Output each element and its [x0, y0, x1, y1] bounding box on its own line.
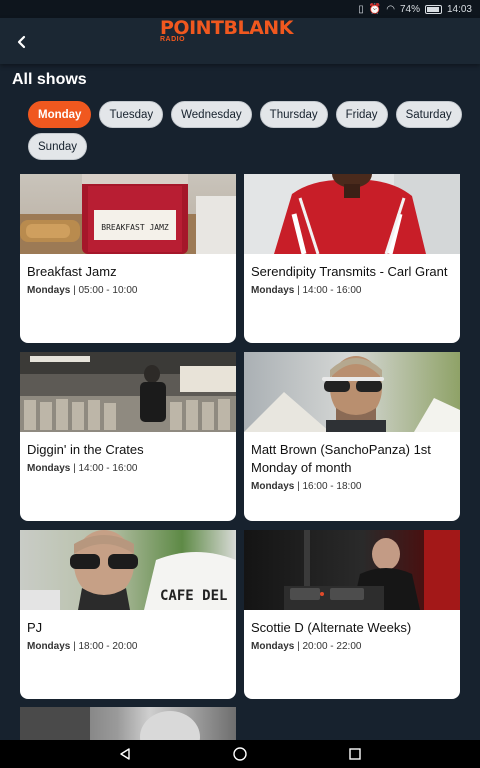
chip-friday[interactable]: Friday	[335, 101, 388, 128]
show-thumbnail	[20, 707, 200, 741]
back-button[interactable]	[10, 30, 34, 54]
nav-back-button[interactable]	[115, 744, 135, 764]
cafe-sign: CAFE DEL	[160, 588, 227, 604]
system-navigation-bar	[0, 740, 480, 768]
show-card[interactable]: CAFE DEL PJ Mondays | 18:00 - 20:00	[20, 530, 236, 699]
square-recents-icon	[349, 748, 361, 760]
vibrate-icon: ▯	[358, 3, 364, 15]
chip-tuesday[interactable]: Tuesday	[99, 101, 164, 128]
wifi-icon: ◠	[386, 3, 395, 15]
show-thumbnail: BREAKFAST JAMZ	[20, 174, 236, 254]
show-title: Diggin' in the Crates	[27, 442, 144, 457]
show-thumbnail	[20, 352, 236, 432]
chip-saturday[interactable]: Saturday	[395, 101, 462, 128]
matt-brown-image	[244, 356, 460, 432]
alarm-icon: ⏰	[368, 3, 382, 15]
show-hours: 14:00 - 16:00	[78, 463, 138, 474]
show-card-partial[interactable]	[20, 707, 236, 741]
breakfast-jamz-image: BREAKFAST JAMZ	[20, 174, 236, 254]
circle-home-icon	[233, 747, 247, 761]
triangle-back-icon	[120, 748, 130, 760]
show-thumbnail	[244, 530, 460, 610]
show-title: PJ	[27, 620, 43, 635]
pointblank-logo: POINTBLANK RADIO	[160, 18, 322, 44]
pj-image: CAFE DEL	[20, 530, 236, 610]
chip-thursday[interactable]: Thursday	[259, 101, 328, 128]
show-day: Mondays	[251, 641, 295, 652]
nav-recents-button[interactable]	[345, 744, 365, 764]
chevron-left-icon	[17, 35, 26, 49]
show-card[interactable]: Matt Brown (SanchoPanza) 1st Monday of m…	[244, 352, 460, 521]
show-day: Mondays	[27, 285, 71, 296]
show-time: Mondays | 05:00 - 10:00	[27, 285, 138, 296]
show-day: Mondays	[251, 481, 295, 492]
clock: 14:03	[446, 3, 472, 15]
record-crates-image	[20, 352, 236, 432]
status-bar: ▯ ⏰ ◠ 74% 14:03	[0, 0, 480, 18]
show-title: Breakfast Jamz	[27, 264, 117, 279]
show-thumbnail: CAFE DEL	[20, 530, 236, 610]
show-hours: 16:00 - 18:00	[302, 481, 362, 492]
show-card[interactable]: Diggin' in the Crates Mondays | 14:00 - …	[20, 352, 236, 521]
show-time: Mondays | 16:00 - 18:00	[251, 481, 362, 492]
battery-percent: 74%	[399, 3, 420, 15]
show-day: Mondays	[251, 285, 295, 296]
nav-home-button[interactable]	[230, 744, 250, 764]
show-card[interactable]: BREAKFAST JAMZ Breakfast Jamz Mondays | …	[20, 174, 236, 343]
chip-monday[interactable]: Monday	[28, 101, 92, 128]
show-time: Mondays | 14:00 - 16:00	[251, 285, 362, 296]
show-day: Mondays	[27, 463, 71, 474]
show-hours: 18:00 - 20:00	[78, 641, 138, 652]
show-hours: 14:00 - 16:00	[302, 285, 362, 296]
show-card[interactable]: Scottie D (Alternate Weeks) Mondays | 20…	[244, 530, 460, 699]
page-title: All shows	[12, 71, 87, 88]
shows-grid: BREAKFAST JAMZ Breakfast Jamz Mondays | …	[20, 174, 461, 699]
show-thumbnail	[244, 174, 460, 254]
show-time: Mondays | 14:00 - 16:00	[27, 463, 138, 474]
show-title: Serendipity Transmits - Carl Grant	[251, 264, 448, 279]
app-bar: POINTBLANK RADIO	[0, 18, 480, 64]
show-day: Mondays	[27, 641, 71, 652]
battery-icon	[424, 4, 442, 14]
show-card[interactable]: Serendipity Transmits - Carl Grant Monda…	[244, 174, 460, 343]
day-filter-chips: Monday Tuesday Wednesday Thursday Friday…	[28, 101, 468, 160]
show-hours: 20:00 - 22:00	[302, 641, 362, 652]
carl-grant-image	[274, 174, 460, 254]
scottie-d-image	[284, 530, 460, 610]
show-hours: 05:00 - 10:00	[78, 285, 138, 296]
show-time: Mondays | 18:00 - 20:00	[27, 641, 138, 652]
show-time: Mondays | 20:00 - 22:00	[251, 641, 362, 652]
jar-label: BREAKFAST JAMZ	[101, 223, 169, 232]
show-title: Scottie D (Alternate Weeks)	[251, 620, 412, 635]
logo-text: POINTBLANK	[160, 17, 293, 39]
chip-sunday[interactable]: Sunday	[28, 133, 88, 160]
show-title: Matt Brown (SanchoPanza) 1st Monday of m…	[251, 442, 431, 475]
show-thumbnail	[244, 352, 460, 432]
chip-wednesday[interactable]: Wednesday	[171, 101, 252, 128]
